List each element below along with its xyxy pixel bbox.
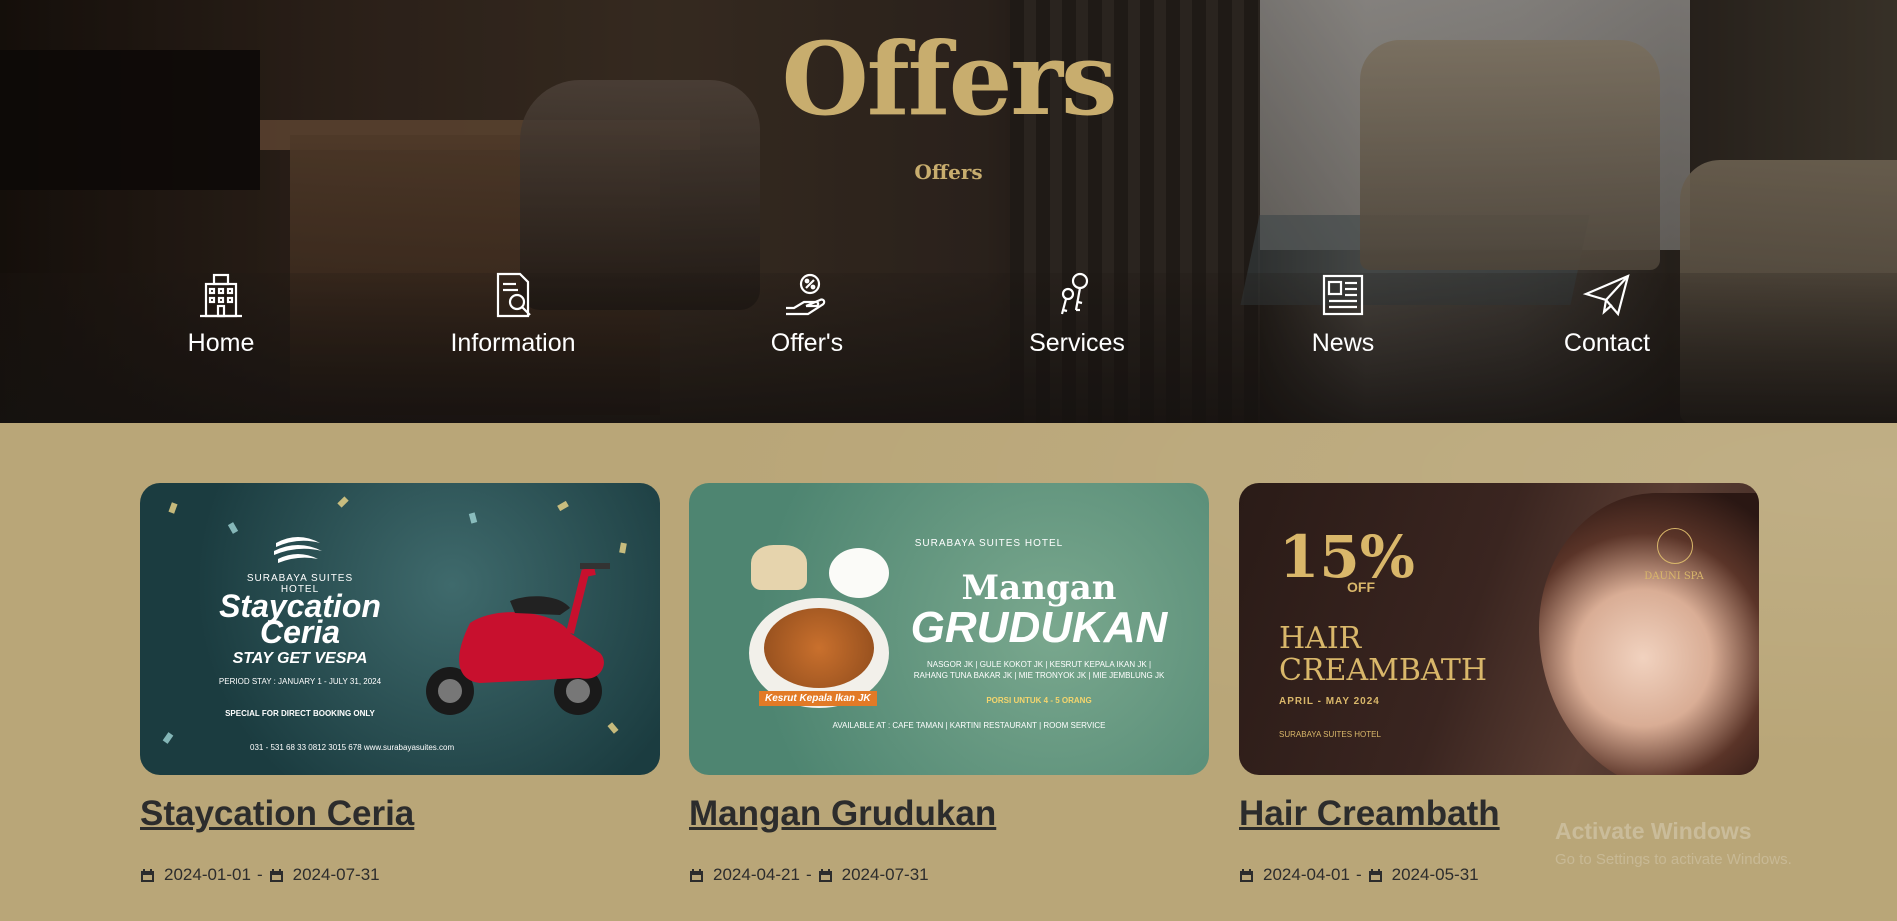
offer-start-date: 2024-01-01 — [164, 865, 251, 884]
offer-image-spa: DAUNI SPA — [1644, 571, 1704, 582]
offer-dates-creambath: 2024-04-01 - 2024-05-31 — [1239, 865, 1759, 885]
offer-image-headline: Staycation Ceria — [219, 588, 381, 650]
offer-image-brand: SURABAYA SUITES HOTEL — [914, 538, 1064, 549]
offer-image-staycation[interactable]: SURABAYA SUITES HOTEL Staycation Ceria S… — [140, 483, 660, 775]
offer-image-dates: APRIL - MAY 2024 — [1279, 696, 1380, 707]
nav-label-services: Services — [1029, 329, 1125, 357]
vespa-scooter-icon — [426, 563, 610, 715]
nav-label-offers: Offer's — [770, 329, 844, 357]
nav-label-news: News — [1311, 329, 1375, 357]
windows-activation-hint: Go to Settings to activate Windows. — [1555, 851, 1792, 868]
nav-item-information[interactable]: Information — [413, 270, 613, 358]
offer-image-portion: PORSI UNTUK 4 - 5 ORANG — [986, 696, 1092, 705]
dauni-spa-logo-icon — [1657, 528, 1693, 564]
breadcrumb[interactable]: Offers — [0, 160, 1897, 184]
offer-title-staycation[interactable]: Staycation Ceria — [140, 793, 660, 835]
hero-banner: Offers Offers Home Information Offer's S… — [0, 0, 1897, 423]
rice-bowl — [829, 548, 889, 598]
offer-dates-staycation: 2024-01-01 - 2024-07-31 — [140, 865, 660, 885]
nav-item-home[interactable]: Home — [121, 270, 321, 358]
offer-image-footer: SURABAYA SUITES HOTEL — [1279, 730, 1381, 739]
date-separator: - — [256, 865, 263, 884]
offer-image-mangan[interactable]: Kesrut Kepala Ikan JK SURABAYA SUITES HO… — [689, 483, 1209, 775]
offer-image-headline: HAIR CREAMBATH — [1279, 621, 1488, 688]
fish-dish — [764, 608, 874, 688]
nav-label-contact: Contact — [1563, 329, 1651, 357]
offer-dates-mangan: 2024-04-21 - 2024-07-31 — [689, 865, 1209, 885]
offer-image-headline2: GRUDUKAN — [910, 603, 1168, 652]
offer-card-staycation: SURABAYA SUITES HOTEL Staycation Ceria S… — [140, 483, 660, 885]
offer-image-headline: Mangan — [961, 568, 1117, 608]
calendar-icon — [690, 868, 703, 882]
nav-label-information: Information — [450, 329, 576, 357]
nav-item-offers[interactable]: Offer's — [707, 270, 907, 358]
nav-item-services[interactable]: Services — [977, 270, 1177, 358]
nav-label-home: Home — [187, 329, 255, 357]
offer-card-mangan: Kesrut Kepala Ikan JK SURABAYA SUITES HO… — [689, 483, 1209, 885]
offer-end-date: 2024-05-31 — [1391, 865, 1479, 884]
calendar-icon — [1368, 868, 1382, 882]
document-search-icon — [496, 272, 531, 318]
building-icon — [200, 273, 242, 318]
offer-image-creambath[interactable]: 15% OFF HAIR CREAMBATH APRIL - MAY 2024 … — [1239, 483, 1759, 775]
offer-end-date: 2024-07-31 — [841, 865, 929, 884]
calendar-icon — [141, 868, 154, 882]
offer-image-tagline: STAY GET VESPA — [232, 650, 368, 667]
offer-end-date: 2024-07-31 — [292, 865, 380, 884]
offer-image-footer: 031 - 531 68 33 0812 3015 678 www.suraba… — [250, 743, 455, 752]
keys-icon — [1060, 272, 1089, 315]
surabaya-suites-logo-icon — [274, 537, 322, 563]
offer-image-tag: Kesrut Kepala Ikan JK — [759, 691, 877, 706]
calendar-icon — [818, 868, 832, 882]
hand-discount-icon — [786, 273, 826, 316]
calendar-icon — [269, 868, 283, 882]
offer-start-date: 2024-04-21 — [713, 865, 800, 884]
windows-activation-watermark: Activate Windows — [1555, 818, 1752, 844]
page-title: Offers — [781, 20, 1118, 138]
offer-start-date: 2024-04-01 — [1263, 865, 1350, 884]
model-portrait — [1539, 493, 1759, 775]
offer-image-period: PERIOD STAY : JANUARY 1 - JULY 31, 2024 — [218, 677, 382, 686]
calendar-icon — [1240, 868, 1253, 882]
offer-image-off: OFF — [1347, 579, 1375, 595]
offer-image-footer: AVAILABLE AT : CAFE TAMAN | KARTINI REST… — [832, 721, 1106, 730]
nav-item-contact[interactable]: Contact — [1507, 270, 1707, 358]
date-separator: - — [1355, 865, 1362, 884]
paper-plane-icon — [1582, 274, 1630, 317]
date-separator: - — [805, 865, 812, 884]
newspaper-icon — [1322, 274, 1364, 316]
offer-image-special: SPECIAL FOR DIRECT BOOKING ONLY — [225, 709, 375, 718]
nav-item-news[interactable]: News — [1243, 270, 1443, 358]
offer-image-menu: NASGOR JK | GULE KOKOT JK | KESRUT KEPAL… — [913, 660, 1165, 680]
crackers-bowl — [751, 545, 807, 590]
offer-title-mangan[interactable]: Mangan Grudukan — [689, 793, 1209, 835]
